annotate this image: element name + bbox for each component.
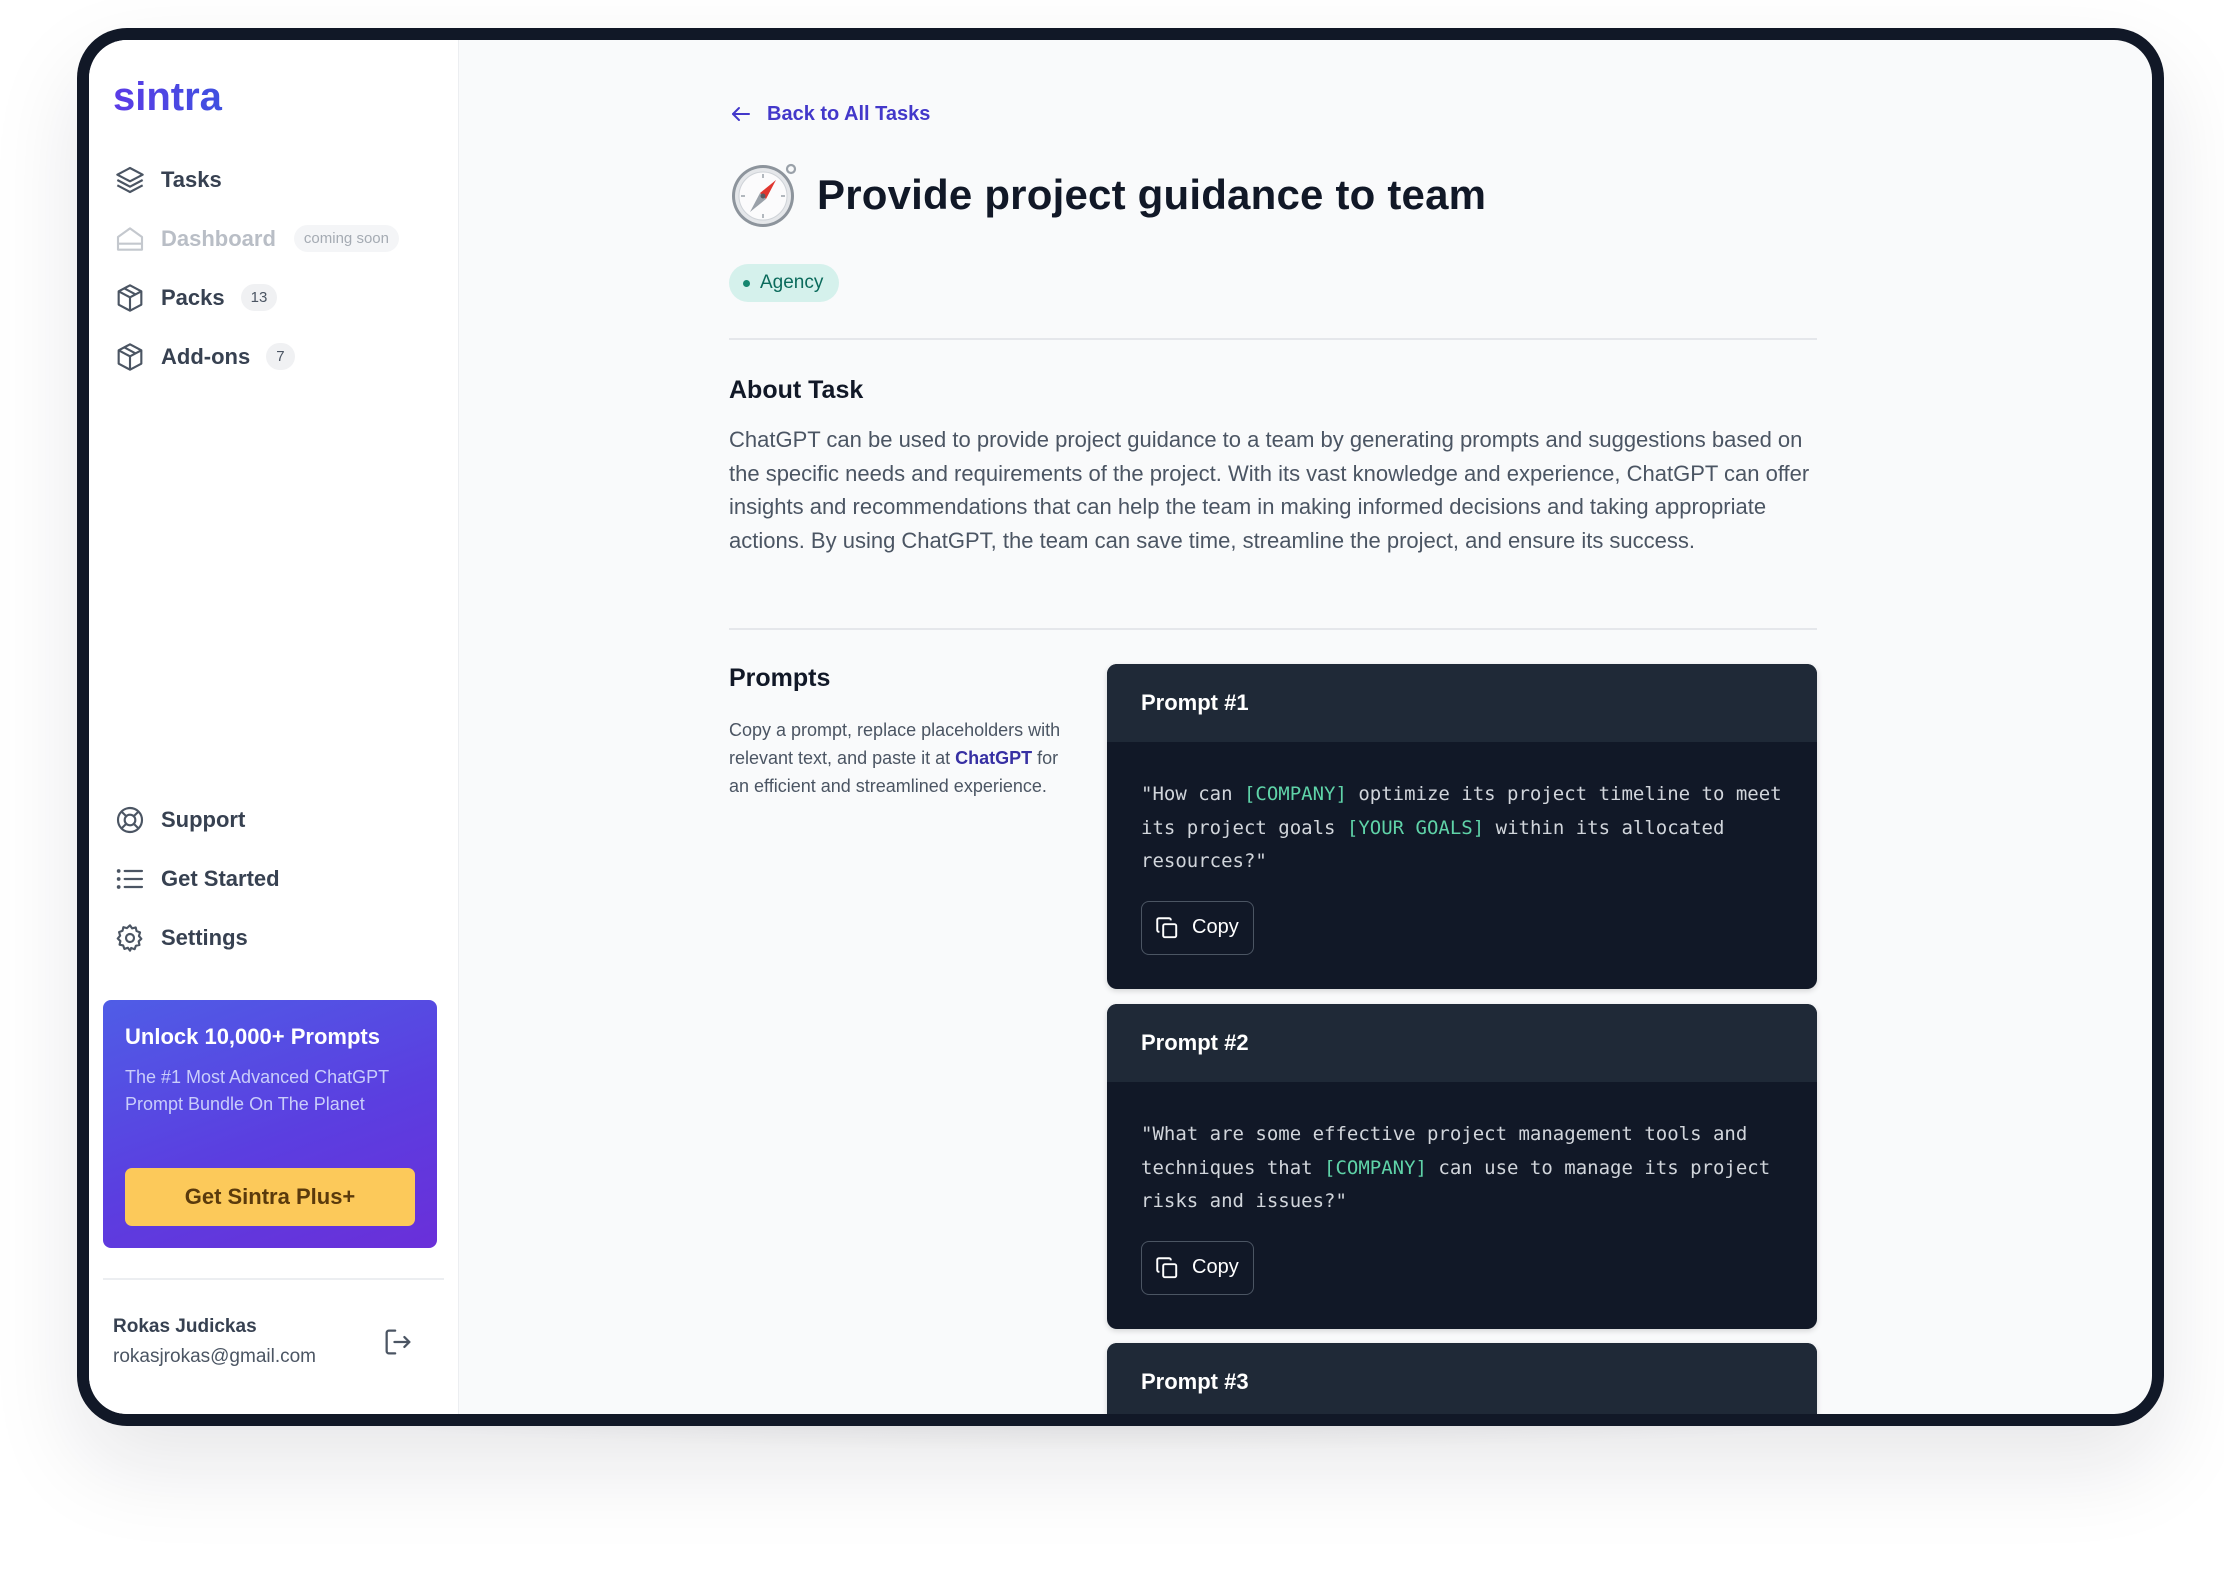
copy-button[interactable]: Copy	[1141, 1240, 1254, 1295]
title-row: Provide project guidance to team	[729, 160, 1486, 230]
prompt-title: Prompt #1	[1107, 664, 1817, 742]
sidebar-item-get-started[interactable]: Get Started	[113, 849, 280, 908]
prompt-title: Prompt #3	[1107, 1343, 1817, 1414]
layers-icon	[113, 163, 147, 197]
copy-icon	[1156, 917, 1178, 938]
copy-label: Copy	[1192, 916, 1239, 939]
lifebuoy-icon	[113, 803, 147, 837]
logo-text: sintra	[113, 75, 223, 118]
copy-button[interactable]: Copy	[1141, 900, 1254, 955]
sidebar-item-add-ons[interactable]: Add-ons 7	[113, 327, 399, 386]
main-content: Back to All Tasks Provide project guidan…	[459, 40, 2152, 1414]
compass-icon	[732, 163, 797, 227]
category-tag[interactable]: Agency	[729, 264, 840, 302]
prompt-card: Prompt #3	[1107, 1343, 1817, 1414]
box-icon	[113, 340, 147, 374]
back-link-label: Back to All Tasks	[767, 102, 931, 125]
prompts-heading: Prompts	[729, 664, 831, 692]
sidebar-item-support[interactable]: Support	[113, 790, 280, 849]
placeholder-token: [COMPANY]	[1243, 783, 1347, 805]
gear-icon	[113, 921, 147, 955]
sidebar-item-packs[interactable]: Packs 13	[113, 268, 399, 327]
promo-text: The #1 Most Advanced ChatGPT Prompt Bund…	[125, 1067, 389, 1114]
box-icon	[113, 281, 147, 315]
coming-soon-badge: coming soon	[293, 225, 399, 252]
placeholder-token: [YOUR GOALS]	[1346, 816, 1485, 839]
sidebar-item-tasks[interactable]: Tasks	[113, 150, 399, 209]
sidebar: sintra Tasks Dashboard coming soon Packs…	[89, 40, 459, 1414]
sidebar-item-label: Settings	[161, 924, 248, 950]
user-profile: Rokas Judickas rokasjrokas@gmail.com	[113, 1316, 316, 1368]
section-divider	[729, 338, 1817, 340]
app-screen: sintra Tasks Dashboard coming soon Packs…	[89, 40, 2152, 1414]
section-divider	[729, 628, 1817, 630]
sintra-logo: sintra	[113, 75, 223, 118]
prompt-body: "What are some effective project managem…	[1107, 1082, 1817, 1329]
placeholder-token: [COMPANY]	[1324, 1156, 1427, 1179]
sidebar-divider	[103, 1278, 444, 1280]
about-task-heading: About Task	[729, 376, 864, 404]
prompt-card: Prompt #2 "What are some effective proje…	[1107, 1004, 1817, 1329]
sidebar-item-label: Dashboard	[161, 225, 276, 251]
upgrade-promo-card: Unlock 10,000+ Prompts The #1 Most Advan…	[103, 1000, 437, 1248]
get-sintra-plus-button[interactable]: Get Sintra Plus+	[125, 1168, 415, 1226]
user-email: rokasjrokas@gmail.com	[113, 1346, 317, 1367]
chatgpt-link[interactable]: ChatGPT	[955, 748, 1032, 768]
logout-icon[interactable]	[381, 1325, 415, 1359]
prompt-text: "What are some effective project managem…	[1141, 1118, 1791, 1219]
list-icon	[113, 862, 147, 896]
sidebar-item-label: Get Started	[161, 865, 280, 891]
prompts-description: Copy a prompt, replace placeholders with…	[729, 716, 1069, 800]
prompt-body: "How can [COMPANY] optimize its project …	[1107, 742, 1817, 989]
sidebar-item-label: Tasks	[161, 166, 222, 192]
page-title: Provide project guidance to team	[817, 171, 1487, 218]
packs-count-badge: 13	[240, 284, 278, 311]
tag-dot	[743, 279, 750, 287]
sidebar-item-label: Support	[161, 806, 246, 832]
tag-label: Agency	[760, 272, 824, 293]
arrow-left-icon	[732, 107, 750, 121]
sidebar-item-label: Add-ons	[161, 343, 251, 369]
device-frame: sintra Tasks Dashboard coming soon Packs…	[77, 28, 2164, 1426]
prompt-text: "How can [COMPANY] optimize its project …	[1141, 778, 1791, 879]
main-nav: Tasks Dashboard coming soon Packs 13 Add…	[113, 150, 399, 386]
about-task-text: ChatGPT can be used to provide project g…	[729, 427, 1810, 553]
add-ons-count-badge: 7	[266, 343, 295, 370]
back-to-tasks-link[interactable]: Back to All Tasks	[729, 102, 930, 126]
promo-title: Unlock 10,000+ Prompts	[125, 1024, 380, 1049]
sidebar-item-label: Packs	[161, 284, 225, 310]
user-name: Rokas Judickas	[113, 1316, 257, 1337]
copy-label: Copy	[1192, 1256, 1239, 1279]
prompt-title: Prompt #2	[1107, 1004, 1817, 1082]
secondary-nav: Support Get Started Settings	[113, 790, 280, 967]
sidebar-item-settings[interactable]: Settings	[113, 908, 280, 967]
copy-icon	[1156, 1257, 1178, 1278]
prompt-card: Prompt #1 "How can [COMPANY] optimize it…	[1107, 664, 1817, 989]
prompt-text-segment: "How can	[1141, 783, 1244, 805]
sidebar-item-dashboard: Dashboard coming soon	[113, 209, 399, 268]
home-icon	[113, 222, 147, 256]
